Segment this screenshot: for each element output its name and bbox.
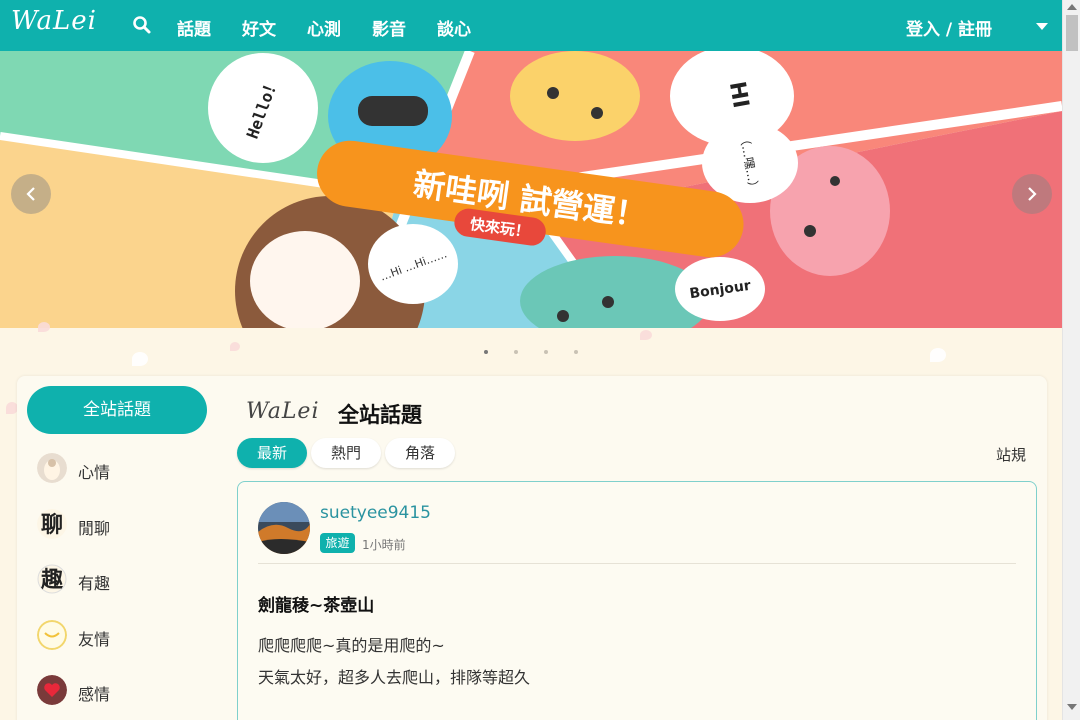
scroll-thumb[interactable] bbox=[1066, 15, 1078, 51]
nav-item-quiz[interactable]: 心測 bbox=[307, 15, 341, 40]
mood-avatar bbox=[37, 453, 67, 483]
chat-avatar: 聊 bbox=[37, 509, 67, 539]
sidebar-item-label: 感情 bbox=[78, 685, 111, 704]
nav-item-talk[interactable]: 談心 bbox=[437, 15, 471, 40]
nav-item-media[interactable]: 影音 bbox=[372, 15, 406, 40]
sidebar-item-chat[interactable]: 聊 閒聊 bbox=[37, 507, 207, 543]
post-body-line: 天氣太好，超多人去爬山，排隊等超久 bbox=[258, 668, 531, 687]
carousel-dots bbox=[480, 348, 590, 358]
svg-text:聊: 聊 bbox=[41, 512, 63, 538]
petal-decoration bbox=[132, 352, 148, 366]
post-title[interactable]: 劍龍稜~茶壺山 bbox=[258, 591, 374, 616]
top-navbar: WaLei 話題 好文 心測 影音 談心 登入 / 註冊 bbox=[0, 0, 1062, 51]
sidebar-item-fun[interactable]: 趣 有趣 bbox=[37, 562, 207, 598]
love-avatar bbox=[37, 675, 67, 705]
friendship-avatar bbox=[37, 620, 67, 650]
site-logo[interactable]: WaLei bbox=[11, 6, 97, 36]
bubble-hi: HI bbox=[724, 80, 753, 111]
site-rules-link[interactable]: 站規 bbox=[996, 444, 1026, 465]
sidebar-item-label: 心情 bbox=[78, 463, 111, 482]
avatar[interactable] bbox=[258, 502, 310, 554]
post-category-badge[interactable]: 旅遊 bbox=[320, 533, 355, 553]
post-timestamp: 1小時前 bbox=[362, 538, 406, 552]
petal-decoration bbox=[38, 322, 50, 332]
divider bbox=[258, 563, 1016, 564]
carousel-dot-2[interactable] bbox=[514, 350, 518, 354]
petal-decoration bbox=[640, 330, 652, 340]
page-scrollbar[interactable] bbox=[1062, 0, 1080, 720]
tab-latest[interactable]: 最新 bbox=[237, 438, 307, 468]
petal-decoration bbox=[230, 342, 240, 351]
scroll-up-arrow-icon[interactable] bbox=[1067, 4, 1077, 10]
section-logo: WaLei bbox=[246, 399, 320, 424]
page-title: 全站話題 bbox=[338, 403, 422, 427]
chevron-down-icon[interactable] bbox=[1036, 23, 1048, 30]
sidebar-item-label: 有趣 bbox=[78, 574, 111, 593]
carousel-dot-3[interactable] bbox=[544, 350, 548, 354]
sidebar-item-label: 友情 bbox=[78, 630, 111, 649]
petal-decoration bbox=[930, 348, 946, 362]
sidebar-item-love[interactable]: 感情 bbox=[37, 673, 207, 709]
post-username[interactable]: suetyee9415 bbox=[320, 503, 431, 523]
nav-item-articles[interactable]: 好文 bbox=[242, 15, 276, 40]
sidebar-all-topics-button[interactable]: 全站話題 bbox=[27, 386, 207, 434]
sidebar-item-mood[interactable]: 心情 bbox=[37, 451, 207, 487]
sidebar-item-friendship[interactable]: 友情 bbox=[37, 618, 207, 654]
promo-banner[interactable]: Hello！ HI （…嘿…） …Hi …Hi…… Bonjour 新哇咧 試營… bbox=[0, 51, 1062, 328]
chevron-right-icon bbox=[1028, 187, 1037, 201]
scroll-down-arrow-icon[interactable] bbox=[1067, 704, 1077, 710]
login-register-link[interactable]: 登入 / 註冊 bbox=[906, 15, 992, 40]
fun-avatar: 趣 bbox=[37, 564, 67, 594]
tab-popular[interactable]: 熱門 bbox=[311, 438, 381, 468]
search-icon[interactable] bbox=[132, 15, 152, 35]
carousel-prev-button[interactable] bbox=[11, 174, 51, 214]
sidebar-item-label: 閒聊 bbox=[78, 519, 111, 538]
carousel-dot-4[interactable] bbox=[574, 350, 578, 354]
carousel-dot-1[interactable] bbox=[484, 350, 488, 354]
carousel-next-button[interactable] bbox=[1012, 174, 1052, 214]
post-body-line: 爬爬爬爬~真的是用爬的~ bbox=[258, 636, 445, 655]
svg-text:趣: 趣 bbox=[40, 567, 63, 593]
nav-item-topics[interactable]: 話題 bbox=[177, 15, 211, 40]
chevron-left-icon bbox=[26, 187, 35, 201]
tab-corner[interactable]: 角落 bbox=[385, 438, 455, 468]
